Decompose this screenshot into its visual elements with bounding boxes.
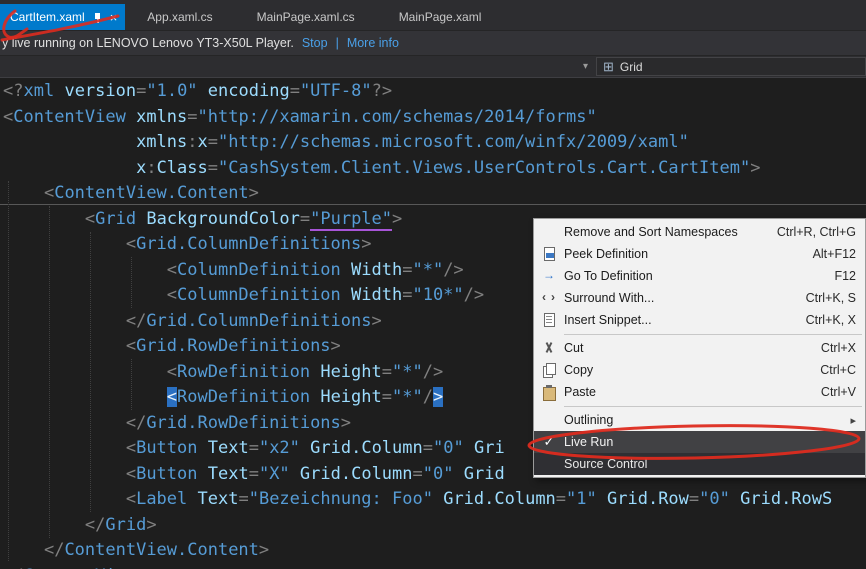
- menu-shortcut: Alt+F12: [812, 247, 856, 261]
- menu-item-live-run[interactable]: ✓ Live Run: [534, 431, 865, 453]
- tab-label: App.xaml.cs: [147, 10, 213, 24]
- navigation-bar: ▾ ⊞ Grid: [0, 56, 866, 78]
- menu-separator: [564, 406, 862, 407]
- info-message: y live running on LENOVO Lenovo YT3-X50L…: [2, 36, 294, 50]
- menu-item-label: Peek Definition: [564, 247, 649, 261]
- menu-item-go-to-definition[interactable]: Go To Definition F12: [534, 265, 865, 287]
- code-line[interactable]: x:Class="CashSystem.Client.Views.UserCon…: [0, 156, 866, 182]
- code-line[interactable]: <ContentView.Content>: [0, 181, 866, 207]
- chevron-down-icon: ▾: [582, 61, 588, 72]
- code-line[interactable]: <Label Text="Bezeichnung: Foo" Grid.Colu…: [0, 487, 866, 513]
- code-line[interactable]: </ContentView.Content>: [0, 538, 866, 564]
- code-line[interactable]: </Grid>: [0, 513, 866, 539]
- menu-item-outlining[interactable]: Outlining ▸: [534, 409, 865, 431]
- tab-cartitem-xaml[interactable]: CartItem.xaml ×: [0, 4, 126, 30]
- cut-icon: [534, 341, 564, 355]
- menu-shortcut: F12: [834, 269, 856, 283]
- menu-item-label: Insert Snippet...: [564, 313, 652, 327]
- menu-item-paste[interactable]: Paste Ctrl+V: [534, 381, 865, 403]
- menu-shortcut: Ctrl+C: [820, 363, 856, 377]
- copy-icon: [534, 363, 564, 378]
- title-tab-bar: CartItem.xaml × App.xaml.cs MainPage.xam…: [0, 0, 866, 30]
- snippet-icon: [534, 313, 564, 327]
- debug-info-bar: y live running on LENOVO Lenovo YT3-X50L…: [0, 30, 866, 56]
- menu-item-label: Outlining: [564, 413, 614, 427]
- menu-item-label: Paste: [564, 385, 596, 399]
- menu-item-label: Surround With...: [564, 291, 655, 305]
- menu-shortcut: Ctrl+R, Ctrl+G: [776, 225, 856, 239]
- type-dropdown[interactable]: ▾: [0, 56, 592, 77]
- menu-item-source-control[interactable]: Source Control: [534, 453, 865, 475]
- menu-separator: [564, 334, 862, 335]
- menu-item-surround-with[interactable]: Surround With... Ctrl+K, S: [534, 287, 865, 309]
- tab-label: MainPage.xaml.cs: [256, 10, 355, 24]
- code-line[interactable]: <?xml version="1.0" encoding="UTF-8"?>: [0, 79, 866, 105]
- more-info-link[interactable]: More info: [347, 36, 399, 50]
- menu-item-label: Cut: [564, 341, 584, 355]
- link-divider: |: [335, 36, 339, 50]
- menu-item-copy[interactable]: Copy Ctrl+C: [534, 359, 865, 381]
- member-dropdown-label: Grid: [619, 59, 643, 74]
- close-icon[interactable]: ×: [110, 11, 118, 24]
- tab-label: MainPage.xaml: [398, 10, 482, 24]
- menu-item-label: Copy: [564, 363, 594, 377]
- tab-mainpage-xaml[interactable]: MainPage.xaml: [377, 4, 504, 30]
- menu-item-label: Live Run: [564, 435, 614, 449]
- code-line[interactable]: <ContentView xmlns="http://xamarin.com/s…: [0, 105, 866, 131]
- code-line[interactable]: xmlns:x="http://schemas.microsoft.com/wi…: [0, 130, 866, 156]
- pin-icon[interactable]: [93, 11, 103, 24]
- menu-item-insert-snippet[interactable]: Insert Snippet... Ctrl+K, X: [534, 309, 865, 331]
- menu-item-cut[interactable]: Cut Ctrl+X: [534, 337, 865, 359]
- menu-item-label: Remove and Sort Namespaces: [564, 225, 738, 239]
- surround-icon: [534, 290, 564, 305]
- menu-item-label: Go To Definition: [564, 269, 653, 283]
- menu-item-remove-and-sort-namespaces[interactable]: Remove and Sort Namespaces Ctrl+R, Ctrl+G: [534, 221, 865, 243]
- peek-icon: [534, 247, 564, 261]
- menu-item-label: Source Control: [564, 457, 648, 471]
- goto-icon: [534, 268, 564, 283]
- tab-label: CartItem.xaml: [10, 10, 85, 24]
- context-menu: Remove and Sort Namespaces Ctrl+R, Ctrl+G…: [533, 218, 866, 478]
- menu-item-peek-definition[interactable]: Peek Definition Alt+F12: [534, 243, 865, 265]
- menu-shortcut: Ctrl+K, S: [805, 291, 856, 305]
- member-dropdown[interactable]: ⊞ Grid: [596, 57, 866, 76]
- paste-icon: [534, 385, 564, 401]
- code-line[interactable]: </ContentView: [0, 564, 866, 569]
- menu-shortcut: Ctrl+X: [820, 341, 856, 355]
- checkmark-icon: ✓: [543, 434, 555, 449]
- menu-shortcut: Ctrl+V: [820, 385, 856, 399]
- stop-link[interactable]: Stop: [302, 36, 328, 50]
- tab-app-xaml-cs[interactable]: App.xaml.cs: [125, 4, 234, 30]
- submenu-arrow-icon: ▸: [850, 414, 856, 427]
- tab-mainpage-xaml-cs[interactable]: MainPage.xaml.cs: [235, 4, 377, 30]
- menu-shortcut: Ctrl+K, X: [805, 313, 856, 327]
- grid-element-icon: ⊞: [603, 59, 614, 74]
